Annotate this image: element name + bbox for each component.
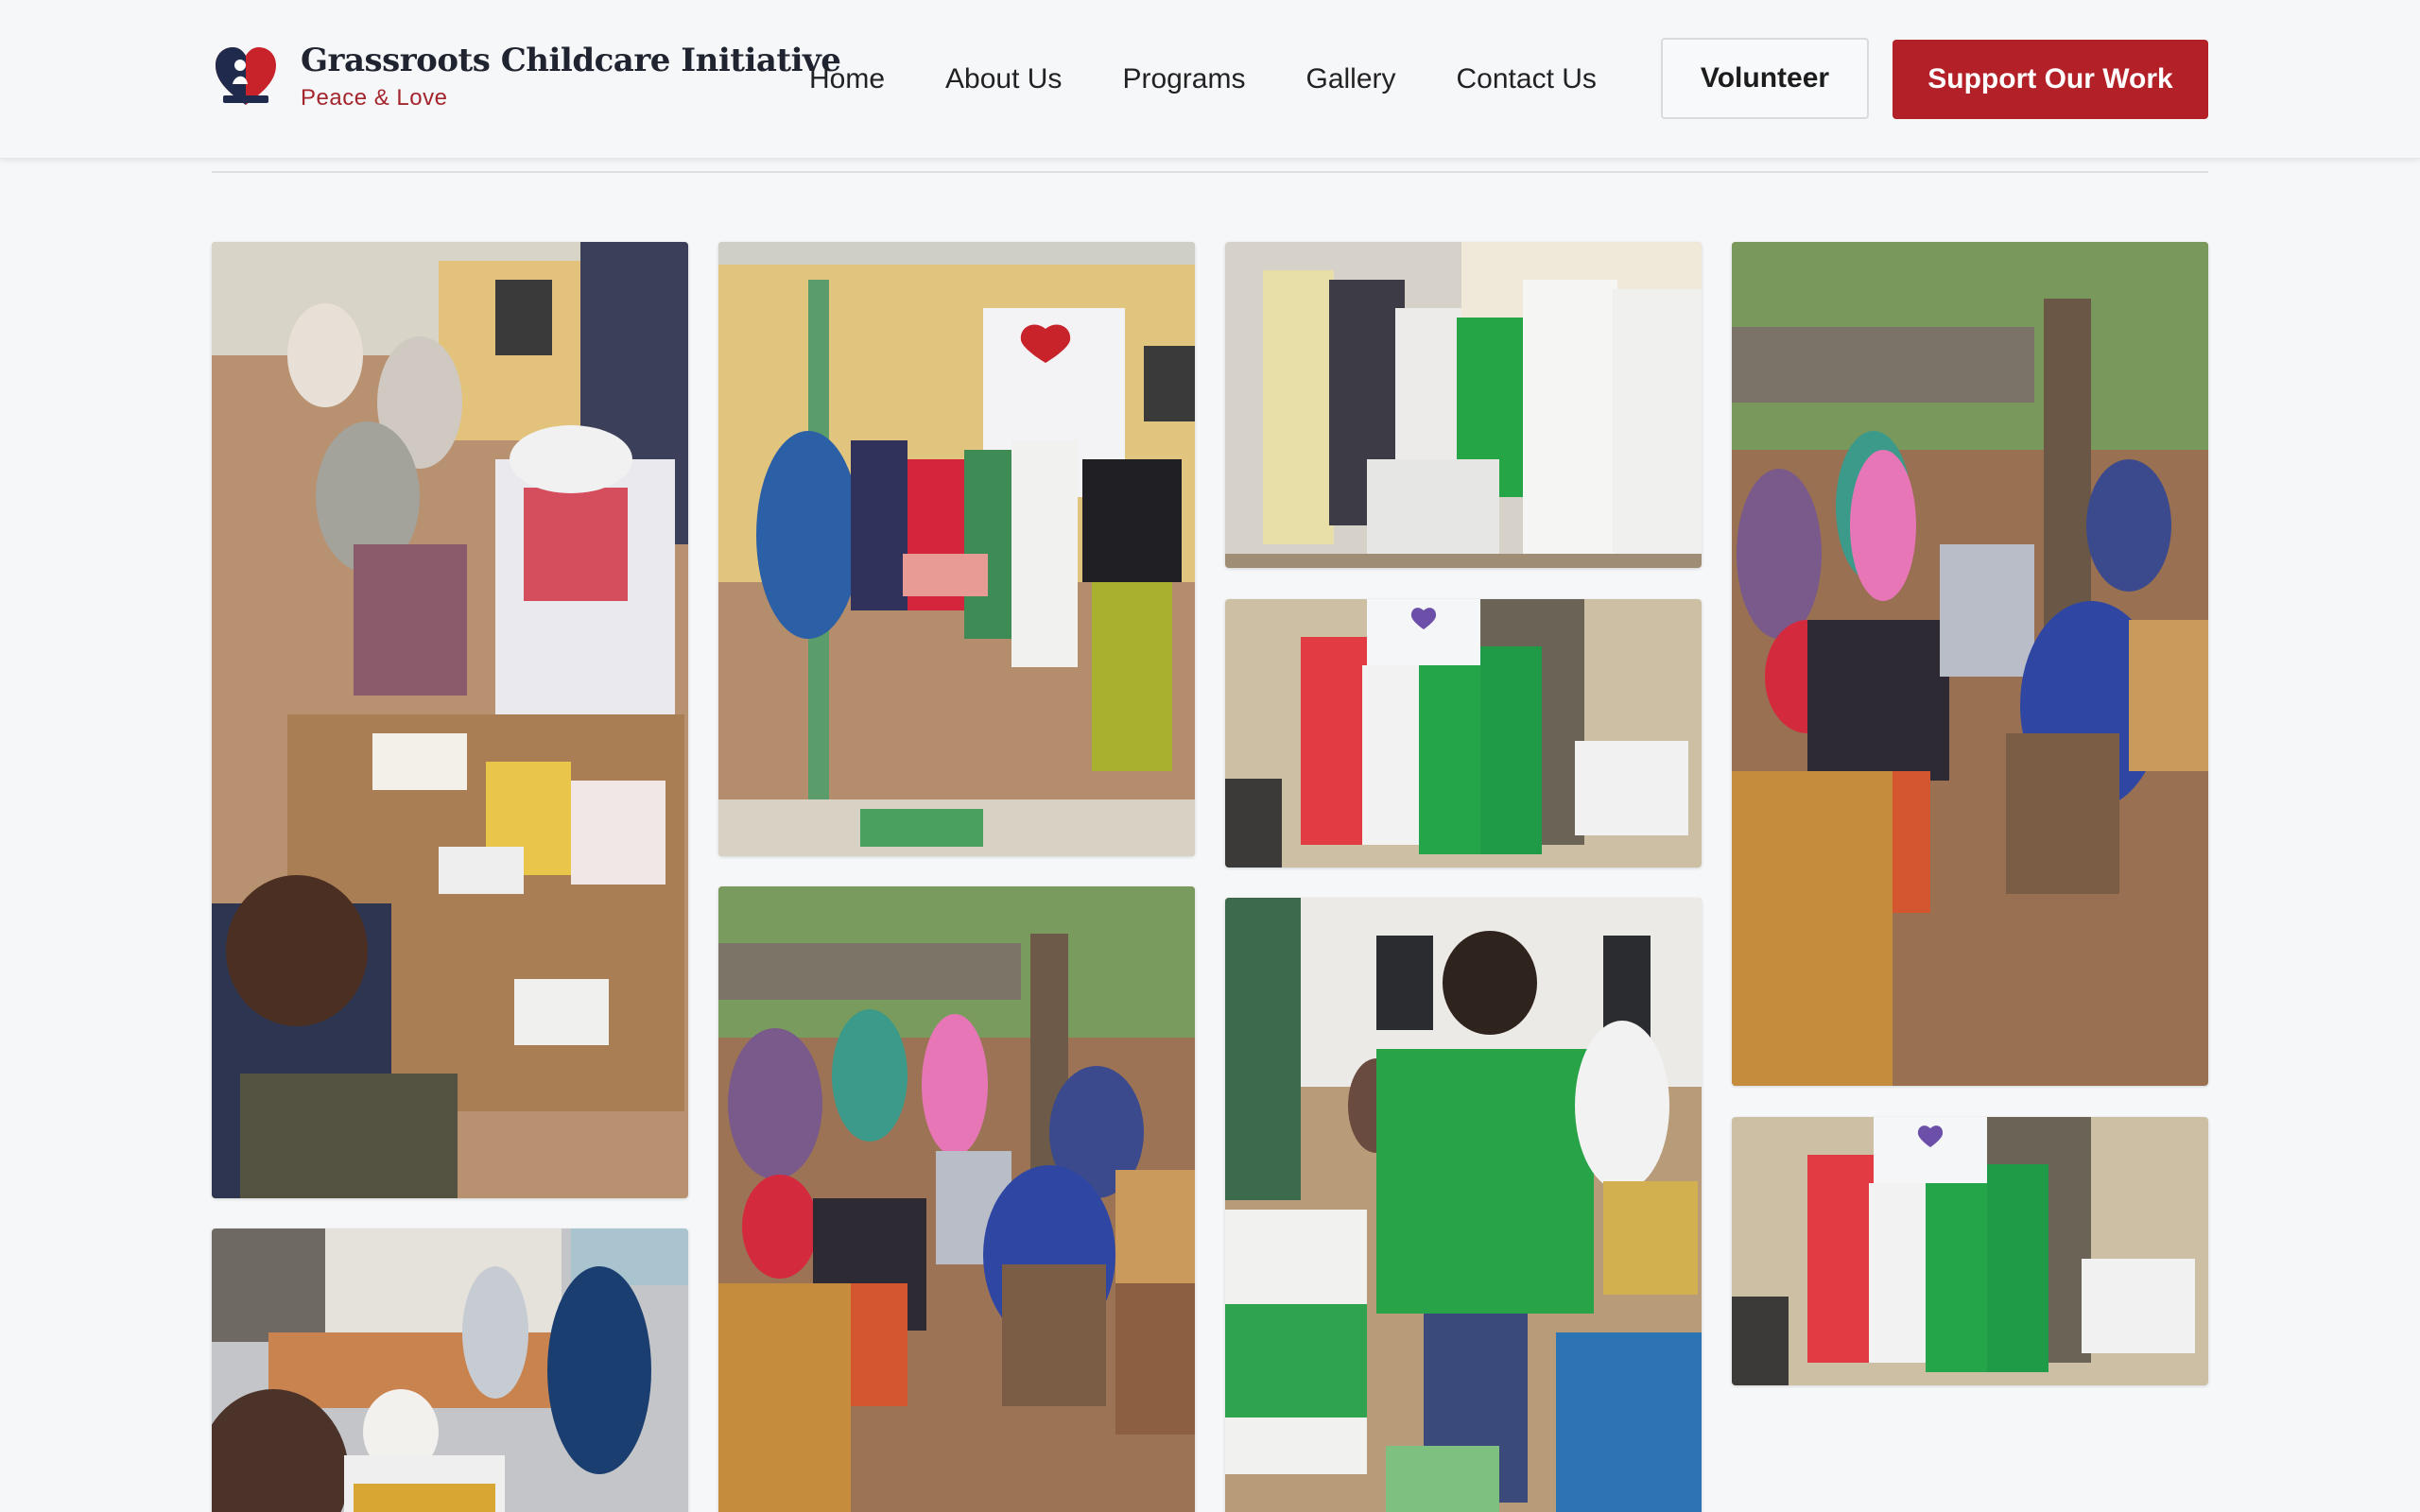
photo-image: [1225, 898, 1702, 1512]
gallery-photo-medical-outreach[interactable]: [212, 242, 688, 1198]
main-nav: Home About Us Programs Gallery Contact U…: [809, 60, 1657, 98]
photo-image: [212, 242, 688, 1198]
gallery-photo-health-screening[interactable]: [212, 1228, 688, 1512]
brand[interactable]: Grassroots Childcare Initiative Peace & …: [212, 42, 841, 112]
photo-image: [718, 242, 1195, 856]
gallery-photo-crowd-under-trees-large[interactable]: [1732, 242, 2208, 1086]
support-our-work-button[interactable]: Support Our Work: [1893, 40, 2208, 119]
gallery-photo-volunteer-outreach[interactable]: [1225, 898, 1702, 1512]
photo-image: [1225, 599, 1702, 868]
photo-image: [718, 886, 1195, 1512]
brand-tagline: Peace & Love: [301, 85, 448, 111]
nav-home[interactable]: Home: [809, 60, 885, 98]
photo-image: [1732, 242, 2208, 1086]
gallery-photo-crowd-under-trees[interactable]: [718, 886, 1195, 1512]
volunteer-button[interactable]: Volunteer: [1661, 38, 1869, 119]
photo-image: [1732, 1117, 2208, 1385]
photo-image: [1225, 242, 1702, 568]
site-header: Grassroots Childcare Initiative Peace & …: [0, 0, 2420, 159]
section-divider: [212, 171, 2208, 173]
gallery-photo-white-cane-presentation[interactable]: [718, 242, 1195, 856]
photo-image: [212, 1228, 688, 1512]
nav-programs[interactable]: Programs: [1122, 60, 1245, 98]
nav-contact-us[interactable]: Contact Us: [1457, 60, 1597, 98]
gallery-photo-team-banner[interactable]: [1225, 599, 1702, 868]
heart-logo-icon: [216, 47, 276, 105]
nav-gallery[interactable]: Gallery: [1305, 60, 1395, 98]
brand-name: Grassroots Childcare Initiative: [301, 42, 841, 79]
nav-about-us[interactable]: About Us: [945, 60, 1062, 98]
gallery-photo-team-banner-2[interactable]: [1732, 1117, 2208, 1385]
gallery-photo-group-green-shirts[interactable]: [1225, 242, 1702, 568]
